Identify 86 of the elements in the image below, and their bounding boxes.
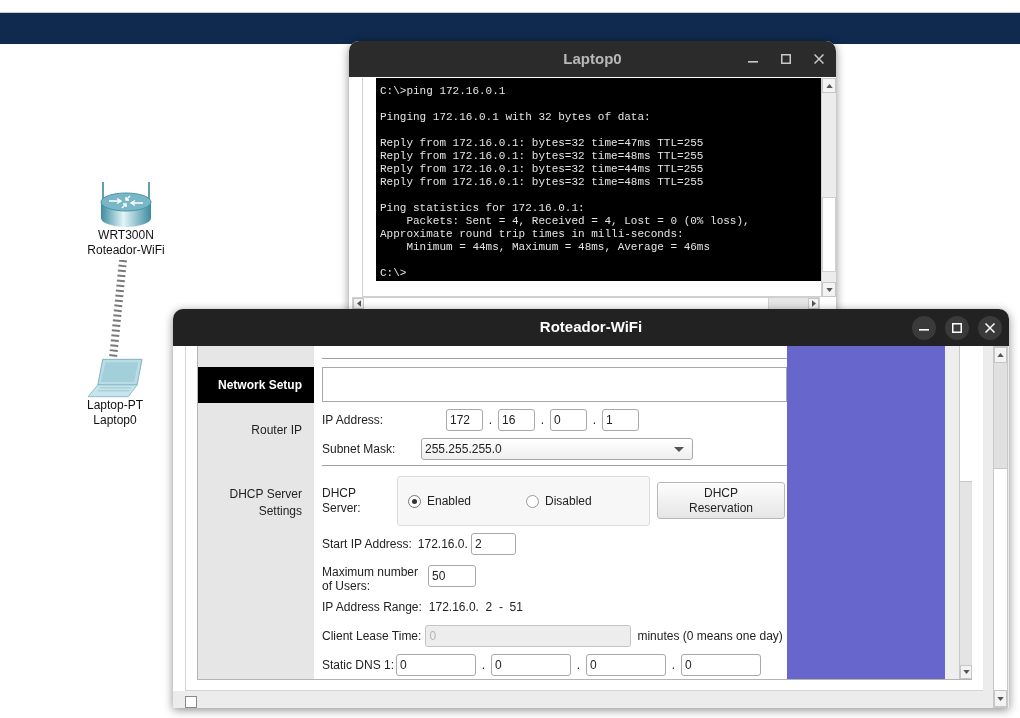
- terminal-line: Minimum = 44ms, Maximum = 48ms, Average = 46ms: [405, 241, 711, 254]
- scroll-left-button[interactable]: [353, 298, 364, 309]
- device-model-label: WRT300N: [98, 228, 154, 243]
- maximize-button[interactable]: [945, 315, 969, 340]
- checkbox[interactable]: [185, 696, 197, 708]
- scroll-down-button[interactable]: [822, 282, 836, 297]
- dot-separator: .: [539, 412, 546, 429]
- minimize-icon: [919, 328, 929, 331]
- device-name-label: Roteador-WiFi: [87, 243, 165, 258]
- scrollbar-thumb[interactable]: [960, 346, 972, 482]
- dhcp-reservation-button[interactable]: DHCP Reservation: [657, 482, 785, 519]
- router-icon[interactable]: [100, 182, 152, 228]
- radio-label: Enabled: [427, 493, 472, 510]
- start-ip-field[interactable]: 2: [470, 533, 516, 555]
- field-label: Maximum number of Users:: [322, 565, 420, 593]
- section-label: DHCP Server Settings: [229, 487, 302, 518]
- terminal-line: C:\>: [380, 267, 407, 280]
- field-label: IP Address Range:: [322, 599, 422, 616]
- dot-separator: .: [591, 412, 598, 429]
- dns-octet-field[interactable]: 0: [681, 654, 761, 676]
- minimize-icon: [747, 60, 758, 63]
- radio-button[interactable]: [408, 494, 421, 508]
- minimize-button[interactable]: [912, 315, 936, 340]
- vertical-scrollbar[interactable]: [993, 346, 1008, 708]
- ip-octet-field[interactable]: 1: [602, 409, 639, 431]
- terminal-line: Ping statistics for 172.16.0.1:: [380, 202, 585, 215]
- terminal-line: Reply from 172.16.0.1: bytes=32 time=48ms TTL=255: [380, 150, 704, 163]
- left-arrow-icon: [356, 300, 361, 307]
- field-label: minutes (0 means one day): [637, 628, 783, 645]
- dns-octet-field[interactable]: 0: [586, 654, 666, 676]
- scroll-down-button[interactable]: [994, 690, 1007, 707]
- subnet-mask-select[interactable]: 255.255.255.0: [421, 438, 693, 460]
- ip-octet-field[interactable]: 16: [498, 409, 535, 431]
- terminal-line: C:\>ping 172.16.0.1: [380, 85, 506, 98]
- down-arrow-icon: [825, 287, 833, 292]
- section-label: Router IP: [251, 423, 302, 437]
- field-label: DHCP Server:: [322, 486, 362, 516]
- dns-octet-field[interactable]: 0: [396, 654, 476, 676]
- device-name-label: Laptop0: [93, 413, 137, 428]
- scrollbar-thumb[interactable]: [768, 298, 808, 309]
- close-icon: [985, 322, 995, 333]
- terminal-line: Reply from 172.16.0.1: bytes=32 time=44ms TTL=255: [380, 163, 704, 176]
- terminal-line: Reply from 172.16.0.1: bytes=32 time=48ms TTL=255: [380, 176, 704, 189]
- window-title: Roteador-WiFi: [539, 317, 643, 338]
- up-arrow-icon: [825, 83, 833, 88]
- dot-separator: .: [670, 657, 677, 674]
- ip-range-value: 172.16.0. 2 - 51: [428, 599, 523, 616]
- down-arrow-icon: [962, 670, 970, 674]
- ip-octet-field[interactable]: 172: [446, 409, 483, 431]
- scroll-right-button[interactable]: [808, 298, 819, 309]
- section-header[interactable]: Network Setup: [198, 367, 314, 403]
- scrollbar-thumb[interactable]: [994, 363, 1007, 469]
- field-label: 172.16.0.: [417, 536, 468, 553]
- device-model-label: Laptop-PT: [86, 398, 143, 413]
- vertical-scrollbar[interactable]: [959, 346, 972, 679]
- up-arrow-icon: [997, 353, 1004, 357]
- maximize-icon: [952, 322, 962, 333]
- radio-label: Disabled: [545, 493, 592, 510]
- radio-button[interactable]: [526, 494, 539, 508]
- terminal-line: Pinging 172.16.0.1 with 32 bytes of data:: [380, 111, 651, 124]
- scroll-up-button[interactable]: [994, 347, 1007, 363]
- close-button[interactable]: [978, 315, 1002, 340]
- terminal-line: Approximate round trip times in milli-seconds:: [380, 228, 684, 241]
- terminal-line: Packets: Sent = 4, Received = 4, Lost = 0 (0% loss),: [405, 215, 750, 228]
- window-title: Laptop0: [563, 48, 622, 69]
- right-arrow-icon: [811, 300, 816, 307]
- field-label: IP Address:: [322, 412, 385, 429]
- terminal-line: Reply from 172.16.0.1: bytes=32 time=47ms TTL=255: [380, 137, 704, 150]
- dot-separator: .: [480, 657, 487, 674]
- down-arrow-icon: [997, 696, 1004, 701]
- dot-separator: .: [575, 657, 582, 674]
- scroll-up-button[interactable]: [822, 78, 836, 93]
- scrollbar-thumb[interactable]: [822, 197, 836, 272]
- scroll-down-button[interactable]: [960, 665, 972, 679]
- caret-icon: [674, 446, 684, 452]
- dot-separator: .: [487, 412, 494, 429]
- field-label: Client Lease Time:: [322, 628, 422, 645]
- dns-octet-field[interactable]: 0: [491, 654, 571, 676]
- ip-octet-field[interactable]: 0: [550, 409, 587, 431]
- close-icon: [813, 54, 824, 64]
- max-users-field[interactable]: 50: [428, 565, 476, 587]
- field-label: Static DNS 1:: [322, 657, 396, 674]
- field-label: Start IP Address:: [322, 536, 412, 553]
- maximize-icon: [780, 54, 791, 64]
- vertical-scrollbar[interactable]: [821, 78, 836, 297]
- field-label: Subnet Mask:: [322, 441, 397, 458]
